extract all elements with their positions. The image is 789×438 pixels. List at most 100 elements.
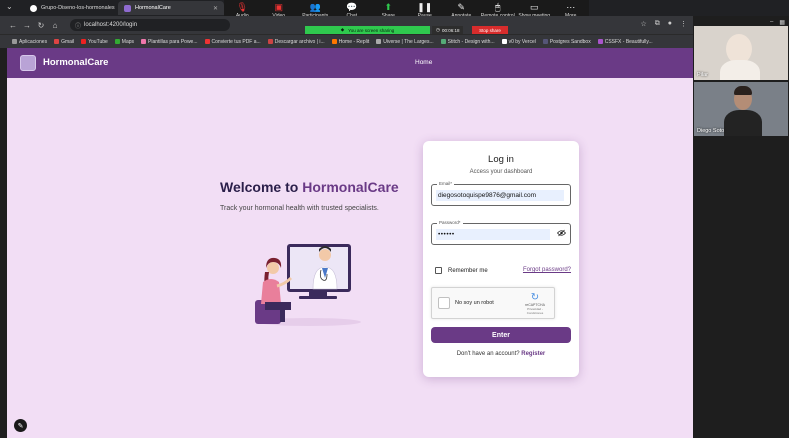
participant-name: Diego Soto (697, 128, 725, 134)
bookmark-label: Postgres Sandbox (549, 38, 591, 45)
bookmark-item[interactable]: Plantillas para Powe... (141, 39, 198, 45)
remember-me[interactable]: Remember me (435, 267, 488, 274)
app-viewport: HormonalCare Home Welcome to HormonalCar… (7, 48, 693, 438)
gallery-view-icon[interactable]: ▦ (779, 19, 785, 26)
email-label: Email* (437, 181, 455, 186)
bookmark-item[interactable]: CSSFX - Beautifully... (597, 38, 653, 45)
recaptcha-checkbox[interactable] (438, 297, 450, 309)
bookmark-favicon-icon (542, 39, 548, 44)
menu-icon[interactable]: ⋮ (680, 20, 687, 28)
bookmark-item[interactable]: Descargar archivo | i... (267, 38, 325, 45)
github-icon (30, 4, 37, 12)
apps-icon (12, 39, 17, 44)
participant-video-body (720, 60, 760, 80)
bookmark-favicon-icon (267, 39, 273, 44)
bookmark-label: Aplicaciones (19, 38, 48, 45)
minimize-icon[interactable]: – (770, 19, 773, 26)
participant-tile-diego[interactable]: Diego Soto (694, 82, 788, 136)
telemedicine-illustration (255, 244, 361, 326)
bookmark-favicon-icon (440, 39, 446, 44)
reload-icon[interactable]: ↻ (34, 21, 48, 30)
annotate-icon: ✎ (457, 2, 466, 12)
forward-icon[interactable]: → (20, 21, 34, 30)
back-icon[interactable]: ← (6, 21, 20, 30)
nav-home-link[interactable]: Home (415, 59, 432, 66)
url-input[interactable]: ⓘ localhost:4200/login (70, 19, 230, 31)
password-field[interactable]: Password* •••••• (431, 220, 571, 245)
edit-floating-button[interactable]: ✎ (14, 419, 27, 432)
participant-video-body (724, 110, 762, 136)
bookmark-item[interactable]: Postgres Sandbox (542, 38, 591, 45)
bookmark-label: CSSFX - Beautifully... (604, 38, 653, 45)
password-input[interactable]: •••••• (436, 229, 550, 240)
tab-search-icon[interactable]: ⌄ (6, 2, 13, 11)
brand-name[interactable]: HormonalCare (43, 57, 108, 68)
recaptcha-logo: ↻ reCAPTCHA Privacidad - Condiciones (522, 292, 548, 315)
register-prompt-text: Don't have an account? (456, 351, 522, 357)
bookmark-favicon-icon (141, 39, 147, 44)
forgot-password-link[interactable]: Forgot password? (523, 267, 571, 273)
login-card: Log in Access your dashboard Email* dieg… (423, 141, 579, 377)
share-banner-text: You are screen sharing (348, 27, 395, 33)
remember-me-checkbox[interactable] (435, 267, 442, 274)
bookmark-label: YouTube (88, 38, 108, 45)
more-icon: ⋯ (566, 2, 576, 12)
profile-icon[interactable]: ● (668, 20, 672, 28)
panel-window-controls: – ▦ (770, 19, 785, 26)
remember-me-label: Remember me (448, 267, 488, 274)
browser-tab-hormonalcare[interactable]: HormonalCare ✕ (118, 1, 224, 15)
share-icon: ⬆ (384, 2, 393, 12)
hero-title: Welcome to HormonalCare (220, 179, 399, 195)
login-subtitle: Access your dashboard (469, 169, 533, 175)
timer-icon: ◷ (436, 27, 440, 32)
register-link[interactable]: Register (521, 351, 545, 357)
pause-icon: ❚❚ (417, 2, 433, 12)
stop-share-button[interactable]: Stop share (472, 26, 508, 34)
replit-icon (331, 39, 337, 44)
bookmark-item[interactable]: Aplicaciones (12, 39, 47, 45)
recaptcha-widget: No soy un robot ↻ reCAPTCHA Privacidad -… (431, 287, 555, 319)
bookmark-item[interactable]: Uiverse | The Larges... (376, 38, 434, 45)
browser-actions: ☆ ⧉ ● ⋮ (640, 20, 687, 28)
close-tab-icon[interactable]: ✕ (213, 5, 218, 12)
bookmark-item[interactable]: Stitch - Design with... (440, 38, 495, 45)
bookmark-favicon-icon (597, 39, 603, 44)
home-icon[interactable]: ⌂ (48, 21, 62, 30)
bookmark-star-icon[interactable]: ☆ (640, 20, 646, 28)
chat-icon: 💬 (346, 2, 358, 12)
login-title: Log in (488, 154, 514, 165)
bookmark-label: Uiverse | The Larges... (383, 38, 434, 45)
bookmark-label: Home - Replit (338, 38, 370, 45)
timer-text: 00:06:18 (441, 27, 460, 33)
browser-tab-github[interactable]: Grupo-Diseno-los-hormonales ✕ (24, 1, 116, 15)
bookmark-label: v0 by Vercel (508, 38, 536, 45)
bookmark-label: Descargar archivo | i... (274, 38, 325, 45)
tab-label: Grupo-Diseno-los-hormonales (41, 5, 115, 11)
enter-button[interactable]: Enter (431, 327, 571, 343)
bookmark-label: Stitch - Design with... (447, 38, 495, 45)
youtube-icon (81, 39, 87, 44)
extensions-icon[interactable]: ⧉ (655, 20, 660, 28)
email-input[interactable]: diegosotoquispe9876@gmail.com (436, 190, 564, 201)
hormonalcare-favicon-icon (124, 4, 131, 12)
bookmark-item[interactable]: v0 by Vercel (501, 38, 536, 45)
shield-icon: ◆ (340, 27, 345, 32)
bookmark-item[interactable]: Home - Replit (331, 38, 370, 45)
participant-tile-pilar[interactable]: Pilar (694, 26, 788, 80)
toggle-visibility-icon[interactable] (556, 229, 567, 239)
hero-subtitle: Track your hormonal health with trusted … (220, 205, 379, 212)
email-field[interactable]: Email* diegosotoquispe9876@gmail.com (431, 181, 571, 206)
recaptcha-terms[interactable]: Privacidad - Condiciones (522, 307, 548, 315)
bookmark-item[interactable]: Maps (114, 38, 135, 45)
bookmark-label: Maps (121, 38, 135, 45)
bookmark-item[interactable]: YouTube (81, 39, 108, 45)
show-meeting-icon: ▭ (529, 2, 539, 12)
participant-video-panel: – ▦ Pilar Diego Soto (693, 16, 789, 438)
hormonalcare-logo-icon[interactable] (20, 55, 36, 71)
tab-label: HormonalCare (135, 5, 171, 11)
site-info-icon[interactable]: ⓘ (75, 21, 81, 30)
bookmark-item[interactable]: Gmail (54, 39, 74, 45)
vercel-icon (501, 39, 507, 44)
url-text: localhost:4200/login (84, 22, 138, 28)
bookmark-item[interactable]: Convierte tus PDF a... (204, 39, 261, 45)
